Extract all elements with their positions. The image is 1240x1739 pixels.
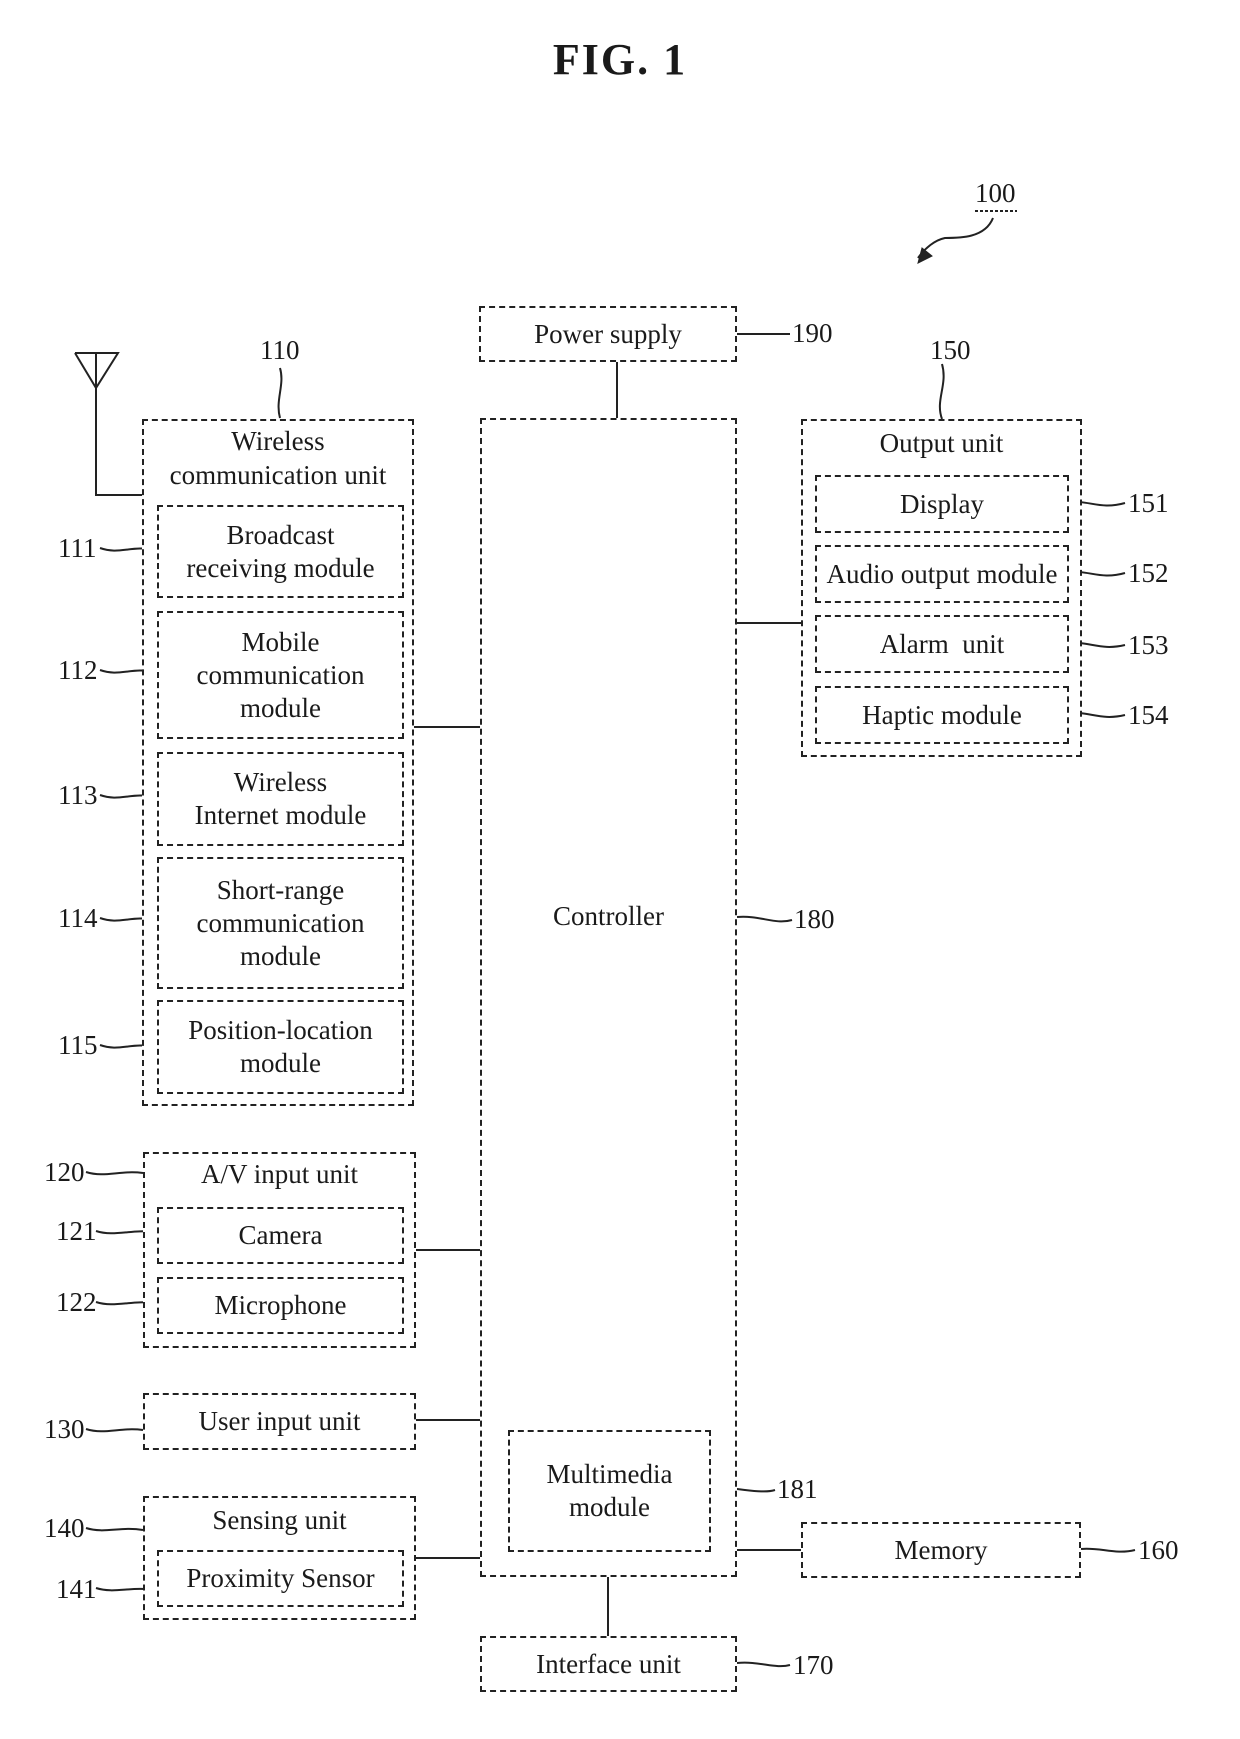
antenna-icon (74, 352, 120, 390)
user-input-label: User input unit (198, 1406, 361, 1436)
wireless-label-line2: communication unit (169, 460, 387, 490)
ref-number: 113 (58, 780, 98, 810)
module-label-line: communication (196, 659, 365, 690)
ref-100-arrow (917, 217, 994, 259)
module-label-line: receiving module (186, 552, 375, 583)
ref-number: 160 (1138, 1535, 1179, 1565)
module-label-line: Broadcast (226, 519, 335, 550)
ref-number: 180 (794, 904, 835, 934)
module-label-line: module (240, 940, 321, 971)
module-label-line: communication (196, 907, 365, 938)
ref-number: 141 (56, 1574, 97, 1604)
alarm-unit-label: Alarm unit (879, 628, 1005, 659)
ref-number: 112 (58, 655, 98, 685)
proximity-sensor-block: Proximity Sensor (157, 1550, 404, 1607)
wireless-internet-module-block: Wireless Internet module (157, 752, 404, 846)
alarm-unit-block: Alarm unit (815, 615, 1069, 673)
output-unit-block: Output unit Display Audio output module … (801, 419, 1082, 757)
multimedia-label-line1: Multimedia (546, 1459, 673, 1489)
wireless-label-line1: Wireless (231, 426, 325, 456)
output-label: Output unit (879, 428, 1004, 458)
ref-number: 130 (44, 1414, 85, 1444)
memory-label: Memory (894, 1534, 988, 1565)
interface-unit-block: Interface unit (480, 1636, 737, 1692)
ref-number: 111 (58, 533, 97, 563)
power-supply-label: Power supply (534, 318, 682, 349)
display-label: Display (900, 488, 984, 519)
ref-number: 100 (975, 178, 1016, 208)
camera-block: Camera (157, 1207, 404, 1264)
ref-number: 181 (777, 1474, 818, 1504)
av-input-unit-block: A/V input unit Camera Microphone (143, 1152, 416, 1348)
module-label-line: module (240, 692, 321, 723)
haptic-module-block: Haptic module (815, 686, 1069, 744)
ref-number: 121 (56, 1216, 97, 1246)
multimedia-label-line2: module (569, 1492, 650, 1522)
module-label-line: Internet module (194, 800, 367, 830)
ref-number: 152 (1128, 558, 1169, 588)
ref-number: 120 (44, 1157, 85, 1187)
broadcast-receiving-module-block: Broadcast receiving module (157, 505, 404, 598)
module-label-line: Short-range (216, 874, 345, 905)
ref-number: 170 (793, 1650, 834, 1680)
sensing-label: Sensing unit (212, 1505, 347, 1535)
ref-number: 114 (58, 903, 98, 933)
controller-label: Controller (553, 901, 664, 931)
figure-title: FIG. 1 (552, 35, 688, 84)
ref-number: 115 (58, 1030, 98, 1060)
ref-number: 154 (1128, 700, 1169, 730)
ref-number: 110 (260, 335, 300, 365)
sensing-unit-block: Sensing unit Proximity Sensor (143, 1496, 416, 1620)
interface-unit-label: Interface unit (536, 1648, 681, 1679)
ref-number: 122 (56, 1287, 97, 1317)
microphone-label: Microphone (214, 1290, 347, 1320)
memory-block: Memory (801, 1522, 1081, 1578)
av-input-label: A/V input unit (200, 1159, 359, 1189)
proximity-sensor-label: Proximity Sensor (186, 1563, 375, 1593)
audio-output-module-block: Audio output module (815, 545, 1069, 603)
module-label-line: Position-location (188, 1015, 373, 1045)
module-label-line: Mobile (241, 626, 320, 657)
module-label-line: Wireless (233, 767, 328, 797)
mobile-communication-module-block: Mobile communication module (157, 611, 404, 739)
ref-150-leader (938, 363, 945, 420)
ref-number: 151 (1128, 488, 1169, 518)
audio-output-label: Audio output module (826, 558, 1058, 589)
user-input-unit-block: User input unit (143, 1393, 416, 1450)
haptic-module-label: Haptic module (862, 699, 1022, 730)
ref-100-arrowhead (917, 247, 933, 264)
ref-110-leader (277, 367, 283, 419)
controller-block: Controller Multimedia module (480, 418, 737, 1577)
wireless-communication-unit-block: Wireless communication unit Broadcast re… (142, 419, 414, 1106)
position-location-module-block: Position-location module (157, 1000, 404, 1094)
antenna-wire (95, 388, 142, 496)
display-block: Display (815, 475, 1069, 533)
module-label-line: module (240, 1048, 321, 1078)
ref-number: 153 (1128, 630, 1169, 660)
multimedia-module-block: Multimedia module (508, 1430, 711, 1552)
ref-number: 140 (44, 1513, 85, 1543)
short-range-communication-module-block: Short-range communication module (157, 857, 404, 989)
ref-number: 150 (930, 335, 971, 365)
microphone-block: Microphone (157, 1277, 404, 1334)
power-supply-block: Power supply (479, 306, 737, 362)
camera-label: Camera (238, 1220, 323, 1250)
ref-number: 190 (792, 318, 833, 348)
